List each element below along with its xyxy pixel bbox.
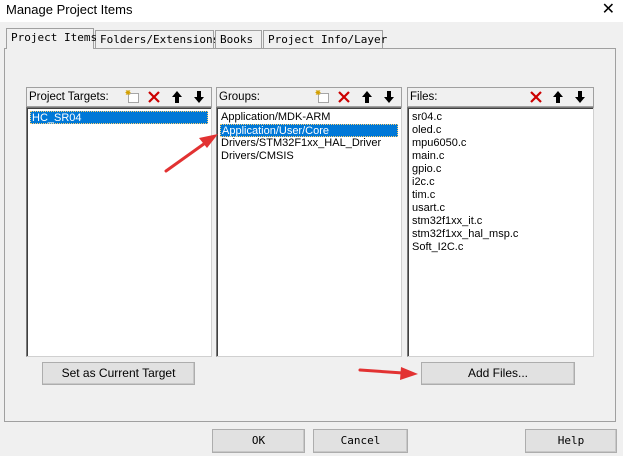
close-icon[interactable]: ✕ [602, 0, 615, 19]
tab-books[interactable]: Books [215, 30, 262, 48]
groups-label: Groups: [219, 91, 260, 103]
list-item[interactable]: usart.c [411, 202, 446, 215]
set-as-current-target-button[interactable]: Set as Current Target [42, 362, 195, 385]
groups-list[interactable]: Application/MDK-ARM Application/User/Cor… [216, 107, 402, 357]
delete-icon[interactable] [528, 89, 545, 105]
list-item[interactable]: oled.c [411, 124, 442, 137]
tab-project-items[interactable]: Project Items [6, 28, 97, 49]
list-item[interactable]: i2c.c [411, 176, 436, 189]
list-item[interactable]: Soft_I2C.c [411, 241, 464, 254]
delete-icon[interactable] [146, 89, 163, 105]
project-targets-list[interactable]: HC_SR04 [26, 107, 212, 357]
cancel-label: Cancel [340, 434, 381, 447]
tab-folders-extensions[interactable]: Folders/Extensions [95, 30, 219, 48]
add-files-label: Add Files... [467, 366, 529, 380]
cancel-button[interactable]: Cancel [313, 429, 408, 453]
list-item[interactable]: Drivers/CMSIS [220, 150, 295, 163]
window-title: Manage Project Items [6, 2, 133, 17]
project-targets-label: Project Targets: [29, 91, 109, 103]
move-down-icon[interactable] [572, 89, 589, 105]
move-up-icon[interactable] [169, 89, 186, 105]
list-item[interactable]: tim.c [411, 189, 436, 202]
list-item[interactable]: stm32f1xx_it.c [411, 215, 483, 228]
files-label: Files: [410, 91, 438, 103]
set-as-current-target-label: Set as Current Target [61, 366, 176, 380]
list-item[interactable]: Application/MDK-ARM [220, 111, 331, 124]
list-item[interactable]: stm32f1xx_hal_msp.c [411, 228, 519, 241]
groups-header: Groups: [216, 87, 402, 107]
help-label: Help [557, 434, 585, 447]
title-bar: Manage Project Items ✕ [0, 0, 623, 22]
move-down-icon[interactable] [191, 89, 208, 105]
delete-icon[interactable] [336, 89, 353, 105]
new-item-icon[interactable] [125, 89, 142, 105]
ok-button[interactable]: OK [212, 429, 305, 453]
list-item[interactable]: main.c [411, 150, 445, 163]
new-item-icon[interactable] [315, 89, 332, 105]
add-files-button[interactable]: Add Files... [421, 362, 575, 385]
list-item[interactable]: mpu6050.c [411, 137, 467, 150]
tab-project-info-layer[interactable]: Project Info/Layer [263, 30, 387, 48]
list-item[interactable]: Application/User/Core [220, 124, 398, 137]
list-item[interactable]: HC_SR04 [30, 111, 208, 124]
list-item[interactable]: Drivers/STM32F1xx_HAL_Driver [220, 137, 382, 150]
files-header: Files: [407, 87, 594, 107]
move-up-icon[interactable] [359, 89, 376, 105]
help-button[interactable]: Help [525, 429, 617, 453]
project-targets-header: Project Targets: [26, 87, 212, 107]
list-item[interactable]: gpio.c [411, 163, 442, 176]
ok-label: OK [251, 434, 266, 447]
files-list[interactable]: sr04.c oled.c mpu6050.c main.c gpio.c i2… [407, 107, 594, 357]
list-item[interactable]: sr04.c [411, 111, 443, 124]
move-up-icon[interactable] [550, 89, 567, 105]
move-down-icon[interactable] [381, 89, 398, 105]
